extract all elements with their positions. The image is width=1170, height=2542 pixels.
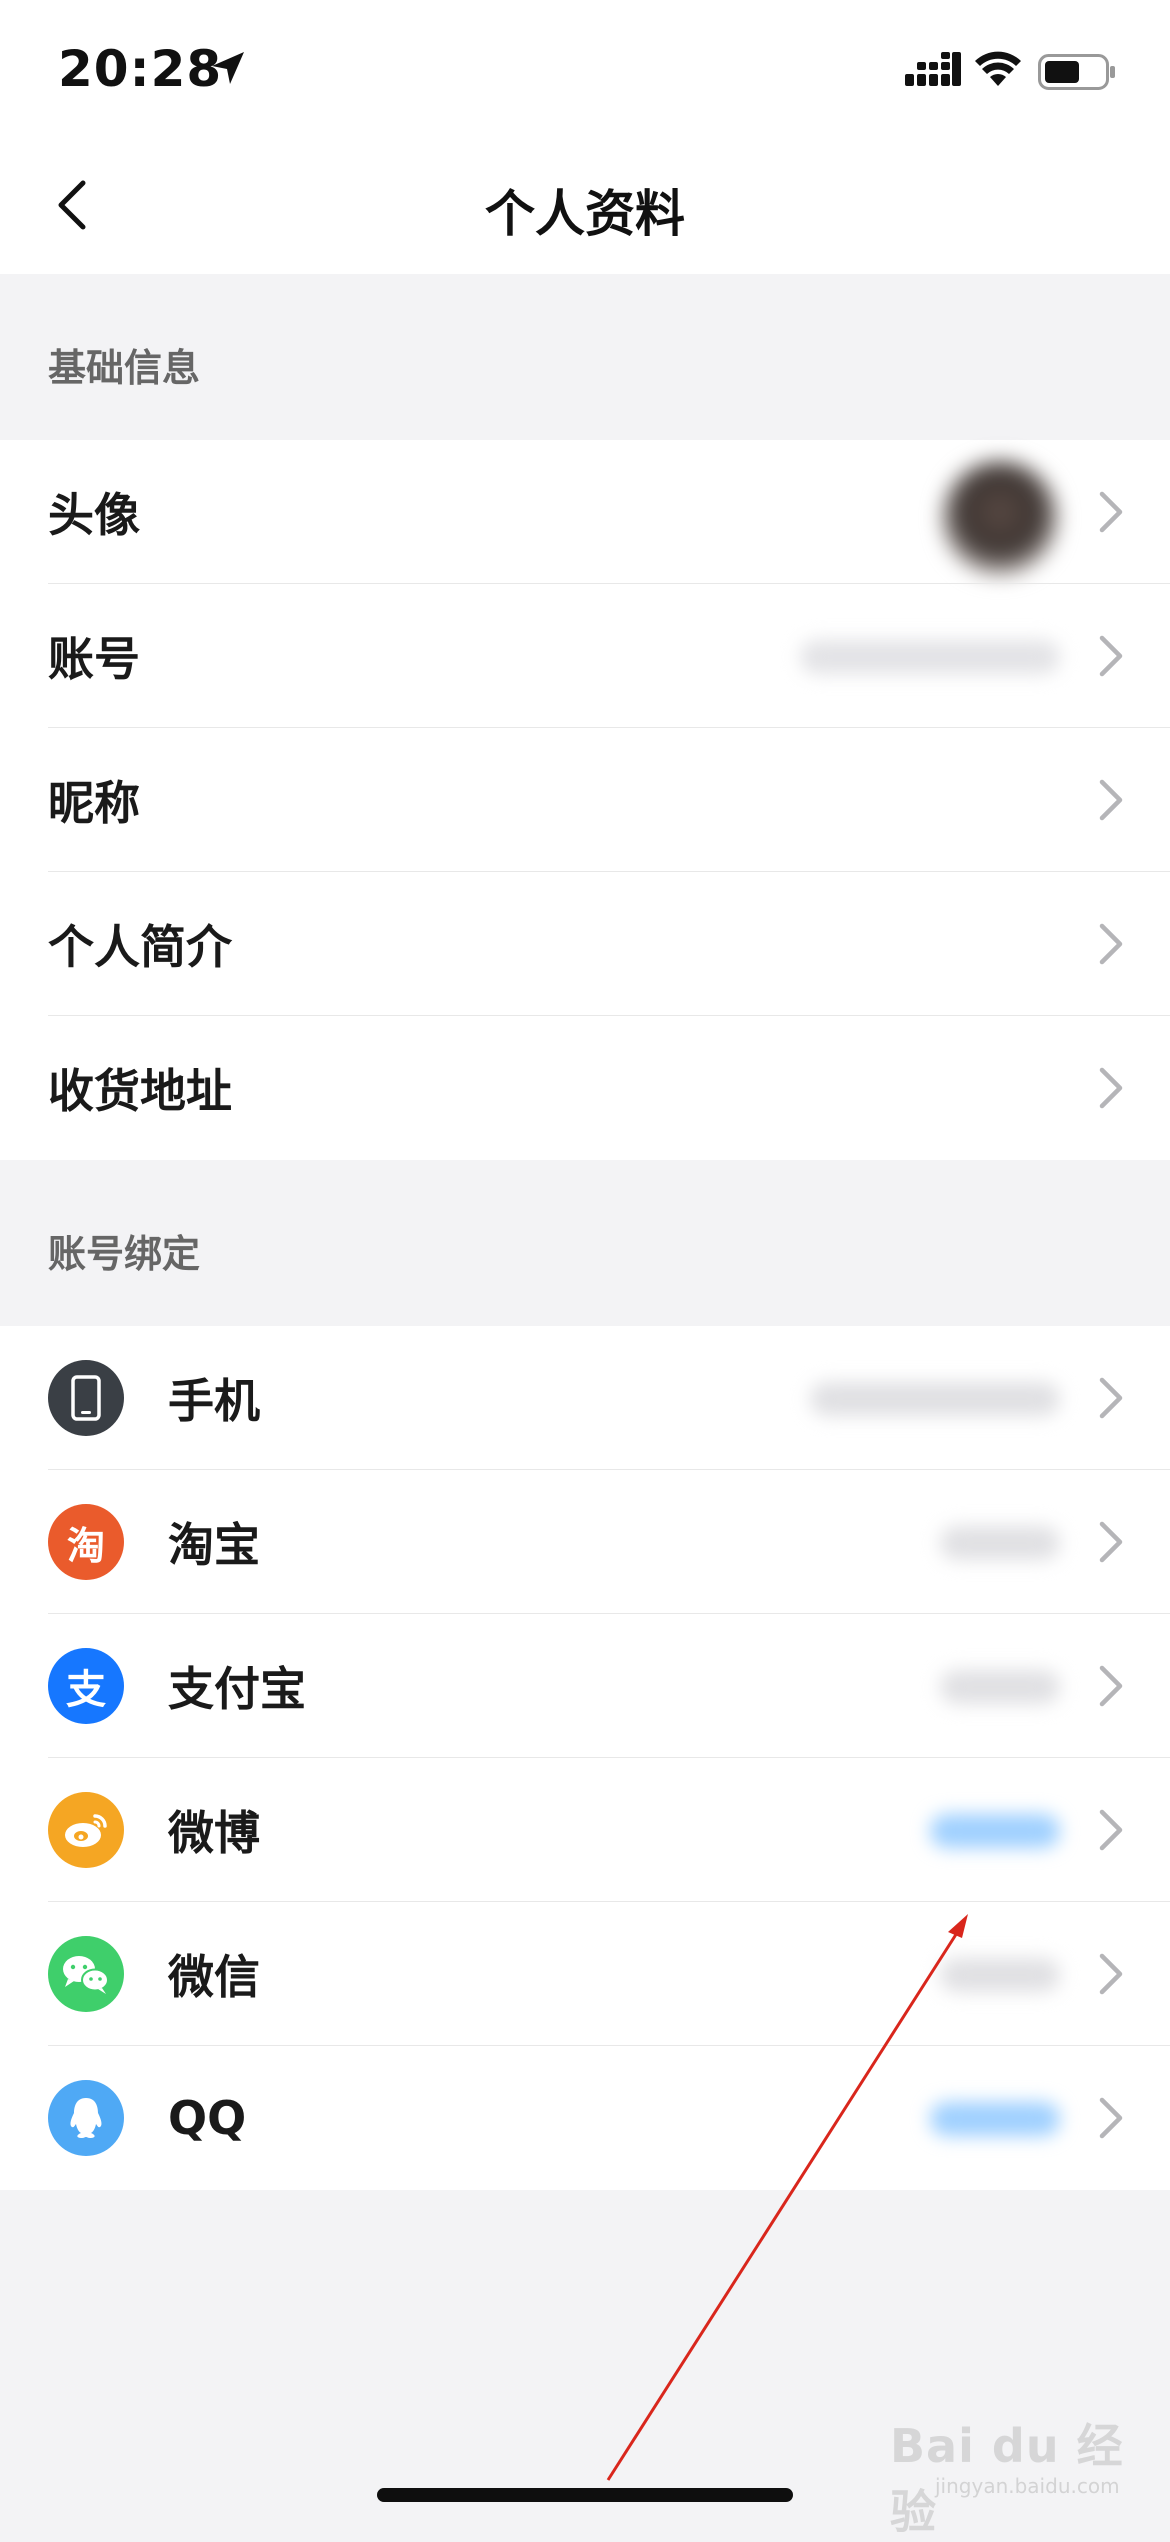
- account-value-redacted: [800, 640, 1060, 674]
- row-label-account: 账号: [48, 632, 140, 686]
- wechat-value-redacted: [940, 1958, 1060, 1992]
- phone-icon: [48, 1360, 124, 1436]
- row-label-taobao: 淘宝: [168, 1518, 260, 1572]
- avatar: [942, 460, 1058, 576]
- row-alipay[interactable]: 支 支付宝: [0, 1614, 1170, 1758]
- qq-bind-action-redacted[interactable]: [930, 2102, 1060, 2136]
- weibo-bind-action-redacted[interactable]: [930, 1814, 1060, 1848]
- alipay-glyph: 支: [66, 1667, 106, 1713]
- battery-icon: [1038, 54, 1115, 90]
- section-title-basic: 基础信息: [48, 346, 201, 390]
- row-label-phone: 手机: [168, 1374, 260, 1428]
- row-label-address: 收货地址: [48, 1064, 232, 1118]
- watermark-url: jingyan.baidu.com: [935, 2474, 1120, 2498]
- row-label-alipay: 支付宝: [168, 1662, 306, 1716]
- chevron-right-icon: [1099, 1665, 1123, 1707]
- alipay-value-redacted: [940, 1670, 1060, 1704]
- cellular-signal-icon: [905, 52, 961, 86]
- wechat-icon: [48, 1936, 124, 2012]
- taobao-value-redacted: [940, 1526, 1060, 1560]
- navigation-bar: 个人资料: [0, 140, 1170, 274]
- row-label-weibo: 微博: [168, 1806, 260, 1860]
- row-label-wechat: 微信: [168, 1950, 260, 2004]
- row-account[interactable]: 账号: [0, 584, 1170, 728]
- row-avatar[interactable]: 头像: [0, 440, 1170, 584]
- row-taobao[interactable]: 淘 淘宝: [0, 1470, 1170, 1614]
- row-bio[interactable]: 个人简介: [0, 872, 1170, 1016]
- chevron-right-icon: [1099, 779, 1123, 821]
- chevron-right-icon: [1099, 491, 1123, 533]
- section-title-binding: 账号绑定: [48, 1232, 201, 1276]
- row-wechat[interactable]: 微信: [0, 1902, 1170, 2046]
- account-binding-group: 手机 淘 淘宝 支 支付宝 微博 微信 QQ: [0, 1326, 1170, 2190]
- status-time: 20:28: [58, 40, 223, 98]
- phone-value-redacted: [810, 1382, 1060, 1416]
- row-label-bio: 个人简介: [48, 920, 232, 974]
- row-label-qq: QQ: [168, 2091, 247, 2145]
- taobao-icon: 淘: [48, 1504, 124, 1580]
- qq-icon: [48, 2080, 124, 2156]
- chevron-right-icon: [1099, 1067, 1123, 1109]
- status-bar: 20:28: [0, 0, 1170, 140]
- wifi-icon: [975, 51, 1021, 86]
- section-header-binding: 账号绑定: [0, 1160, 1170, 1326]
- home-indicator[interactable]: [377, 2488, 793, 2502]
- chevron-right-icon: [1099, 1953, 1123, 1995]
- section-header-basic: 基础信息: [0, 274, 1170, 440]
- row-label-nickname: 昵称: [48, 776, 140, 830]
- row-phone[interactable]: 手机: [0, 1326, 1170, 1470]
- chevron-right-icon: [1099, 2097, 1123, 2139]
- location-arrow-icon: [212, 52, 244, 84]
- row-weibo[interactable]: 微博: [0, 1758, 1170, 1902]
- chevron-right-icon: [1099, 1809, 1123, 1851]
- basic-info-group: 头像 账号 昵称 个人简介 收货地址: [0, 440, 1170, 1160]
- alipay-icon: 支: [48, 1648, 124, 1724]
- chevron-right-icon: [1099, 1377, 1123, 1419]
- chevron-right-icon: [1099, 1521, 1123, 1563]
- row-qq[interactable]: QQ: [0, 2046, 1170, 2190]
- taobao-glyph: 淘: [66, 1523, 105, 1568]
- chevron-right-icon: [1099, 923, 1123, 965]
- row-label-avatar: 头像: [48, 488, 140, 542]
- row-nickname[interactable]: 昵称: [0, 728, 1170, 872]
- row-shipping-address[interactable]: 收货地址: [0, 1016, 1170, 1160]
- page-title: 个人资料: [485, 185, 685, 243]
- chevron-right-icon: [1099, 635, 1123, 677]
- weibo-icon: [48, 1792, 124, 1868]
